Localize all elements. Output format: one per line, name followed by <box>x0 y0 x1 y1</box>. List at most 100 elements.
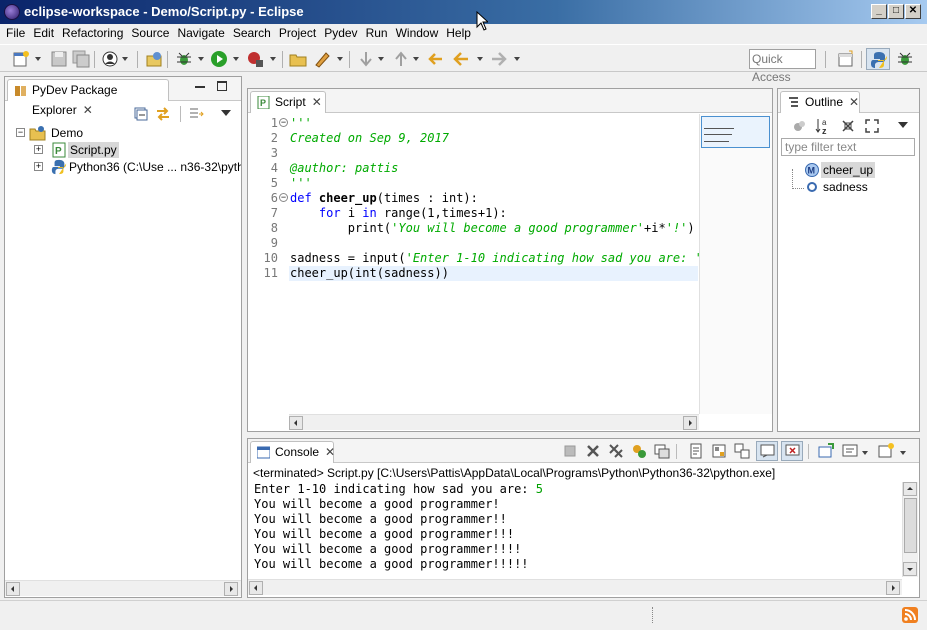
remove-all-terminated-icon[interactable] <box>608 443 624 459</box>
scroll-down-arrow[interactable] <box>903 562 917 576</box>
view-menu-icon[interactable] <box>221 110 231 116</box>
maximize-icon[interactable] <box>217 81 227 91</box>
user-icon[interactable] <box>101 50 119 68</box>
quick-access-input[interactable]: Quick Access <box>749 49 816 84</box>
outline-item-sadness[interactable]: sadness <box>823 179 868 195</box>
close-icon[interactable]: ✕ <box>325 445 335 459</box>
open-console-icon[interactable] <box>818 443 834 459</box>
debug-perspective-icon[interactable] <box>896 50 914 68</box>
user-dropdown-icon[interactable] <box>122 57 128 61</box>
menu-run[interactable]: Run <box>362 24 392 43</box>
scroll-right-arrow[interactable] <box>224 582 238 596</box>
menu-pydev[interactable]: Pydev <box>320 24 361 43</box>
terminate-icon[interactable] <box>562 443 578 459</box>
save-icon[interactable] <box>50 50 68 68</box>
tree-item-demo[interactable]: Demo <box>51 125 83 141</box>
next-annotation-icon[interactable] <box>357 50 375 68</box>
maximize-button[interactable]: □ <box>888 4 904 19</box>
minimap-viewport[interactable] <box>701 116 770 148</box>
expander-demo[interactable]: − <box>16 128 25 137</box>
debug-dropdown-icon[interactable] <box>198 57 204 61</box>
rss-feed-icon[interactable] <box>902 607 918 623</box>
menu-source[interactable]: Source <box>127 24 173 43</box>
menu-file[interactable]: File <box>0 24 29 43</box>
minimize-icon[interactable] <box>195 86 205 88</box>
scroll-left-arrow[interactable] <box>289 416 303 430</box>
run-icon[interactable] <box>210 50 228 68</box>
forward-icon[interactable] <box>490 50 508 68</box>
editor-horizontal-scrollbar[interactable] <box>289 414 699 430</box>
menu-navigate[interactable]: Navigate <box>173 24 228 43</box>
pydev-perspective-button[interactable] <box>866 48 890 70</box>
expander-python36[interactable]: + <box>34 162 43 171</box>
show-on-stdout-toggle[interactable] <box>756 441 778 461</box>
outline-item-cheer-up[interactable]: cheer_up <box>821 162 876 178</box>
console-vertical-scrollbar[interactable] <box>902 482 918 577</box>
sort-icon[interactable]: az <box>815 117 833 135</box>
forward-dropdown-icon[interactable] <box>514 57 520 61</box>
fold-icon[interactable]: − <box>279 193 288 202</box>
minimap[interactable] <box>699 114 772 414</box>
pen-dropdown-icon[interactable] <box>337 57 343 61</box>
save-all-icon[interactable] <box>72 50 90 68</box>
view-menu-icon[interactable] <box>898 122 908 128</box>
scroll-right-arrow[interactable] <box>683 416 697 430</box>
scroll-left-arrow[interactable] <box>6 582 20 596</box>
tree-item-python36[interactable]: Python36 (C:\Use ... n36-32\pytho <box>69 159 241 175</box>
scroll-thumb[interactable] <box>904 498 917 553</box>
new-icon[interactable] <box>12 50 30 68</box>
menu-search[interactable]: Search <box>229 24 275 43</box>
menu-project[interactable]: Project <box>275 24 320 43</box>
prev-annotation-icon[interactable] <box>392 50 410 68</box>
close-icon[interactable]: ✕ <box>83 103 93 117</box>
run-dropdown-icon[interactable] <box>233 57 239 61</box>
scroll-right-arrow[interactable] <box>886 581 900 595</box>
open-folder-icon[interactable] <box>289 50 307 68</box>
debug-icon[interactable] <box>175 50 193 68</box>
tab-script[interactable]: P Script ✕ <box>250 91 326 113</box>
external-tools-icon[interactable] <box>246 50 264 68</box>
console-view-dropdown-icon[interactable] <box>862 451 868 455</box>
prev-annotation-dropdown-icon[interactable] <box>413 57 419 61</box>
menu-window[interactable]: Window <box>392 24 443 43</box>
scroll-up-arrow[interactable] <box>903 482 917 496</box>
new-dropdown-icon[interactable] <box>35 57 41 61</box>
hide-fields-icon[interactable] <box>792 118 808 134</box>
display-console-icon[interactable] <box>654 443 670 459</box>
title-bar[interactable]: eclipse-workspace - Demo/Script.py - Ecl… <box>0 0 927 24</box>
tab-outline[interactable]: Outline ✕ <box>780 91 860 113</box>
code-area[interactable]: ''' Created on Sep 9, 2017 @author: patt… <box>290 116 709 316</box>
new-console-icon[interactable] <box>878 443 894 459</box>
expand-all-outline-icon[interactable] <box>864 118 880 134</box>
explorer-horizontal-scrollbar[interactable] <box>5 580 241 596</box>
console-horizontal-scrollbar[interactable] <box>248 579 902 595</box>
back-icon[interactable] <box>452 50 470 68</box>
focus-icon[interactable] <box>188 106 204 122</box>
close-button[interactable]: ✕ <box>905 4 921 19</box>
show-console-icon[interactable] <box>734 443 750 459</box>
show-on-stderr-toggle[interactable] <box>781 441 803 461</box>
minimize-button[interactable]: _ <box>871 4 887 19</box>
collapse-all-outline-icon[interactable] <box>840 118 856 134</box>
word-wrap-icon[interactable] <box>711 443 727 459</box>
tab-console[interactable]: Console ✕ <box>250 441 335 463</box>
tab-package-explorer[interactable]: PyDev Package Explorer ✕ <box>7 79 169 117</box>
close-icon[interactable]: ✕ <box>849 95 859 109</box>
menu-edit[interactable]: Edit <box>29 24 58 43</box>
outline-filter-input[interactable]: type filter text <box>781 138 915 156</box>
expander-script[interactable]: + <box>34 145 43 154</box>
pin-console-icon[interactable] <box>631 443 647 459</box>
last-edit-icon[interactable] <box>428 50 446 68</box>
menu-help[interactable]: Help <box>442 24 475 43</box>
scroll-left-arrow[interactable] <box>249 581 263 595</box>
scroll-lock-icon[interactable] <box>688 443 704 459</box>
remove-launch-icon[interactable] <box>585 443 601 459</box>
close-icon[interactable]: ✕ <box>312 95 322 109</box>
open-perspective-icon[interactable] <box>145 50 163 68</box>
collapse-all-icon[interactable] <box>133 106 149 122</box>
back-dropdown-icon[interactable] <box>477 57 483 61</box>
external-tools-dropdown-icon[interactable] <box>270 57 276 61</box>
next-annotation-dropdown-icon[interactable] <box>378 57 384 61</box>
pen-icon[interactable] <box>313 50 331 68</box>
fold-icon[interactable]: − <box>279 118 288 127</box>
